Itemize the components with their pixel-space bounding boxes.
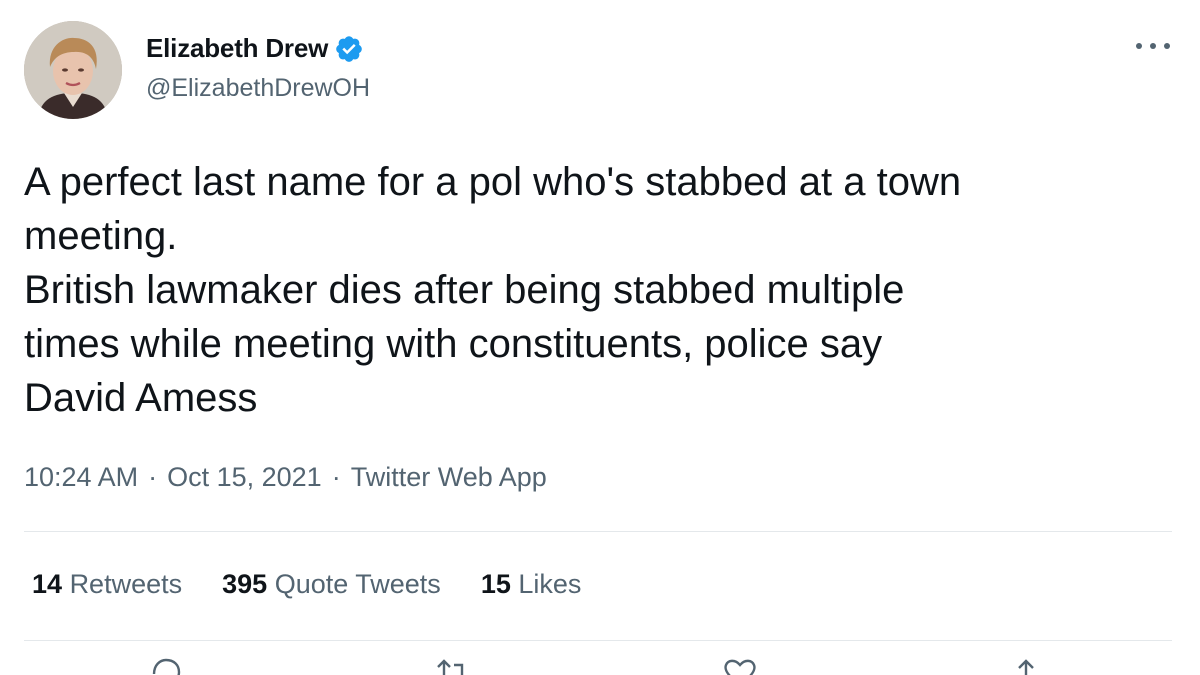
more-options-icon[interactable] [1136, 36, 1170, 56]
tweet-metadata: 10:24 AM · Oct 15, 2021 · Twitter Web Ap… [24, 462, 547, 493]
user-handle[interactable]: @ElizabethDrewOH [146, 74, 370, 103]
quote-tweets-count: 395 [222, 569, 268, 599]
like-button[interactable] [720, 658, 760, 675]
avatar-image [24, 21, 122, 119]
tweet-time[interactable]: 10:24 AM [24, 462, 138, 493]
avatar[interactable] [24, 21, 122, 119]
verified-badge-icon [336, 35, 362, 62]
share-button[interactable] [1006, 658, 1046, 675]
tweet-text: A perfect last name for a pol who's stab… [24, 155, 1174, 425]
dot-icon [1150, 43, 1156, 49]
retweets-count: 14 [32, 569, 63, 599]
tweet-text-line: times while meeting with constituents, p… [24, 322, 883, 366]
tweet-card: Elizabeth Drew @ElizabethDrewOH A perfec… [0, 0, 1200, 675]
quote-tweets-label: Quote Tweets [274, 569, 441, 599]
retweet-button[interactable] [432, 658, 472, 675]
meta-separator: · [331, 462, 341, 492]
engagement-stats: 14 Retweets 395 Quote Tweets 15 Likes [32, 569, 581, 600]
meta-separator: · [148, 462, 158, 492]
quote-tweets-stat[interactable]: 395 Quote Tweets [222, 569, 441, 600]
reply-button[interactable] [146, 658, 186, 675]
dot-icon [1136, 43, 1142, 49]
tweet-text-line: British lawmaker dies after being stabbe… [24, 268, 905, 312]
likes-count: 15 [480, 569, 511, 599]
likes-label: Likes [518, 569, 582, 599]
tweet-text-line: meeting. [24, 214, 178, 258]
tweet-source[interactable]: Twitter Web App [351, 462, 547, 493]
display-name[interactable]: Elizabeth Drew [146, 33, 328, 64]
divider [24, 640, 1172, 641]
retweet-icon [437, 659, 464, 675]
dot-icon [1164, 43, 1170, 49]
author-name-row[interactable]: Elizabeth Drew [146, 33, 364, 64]
share-icon [1018, 659, 1034, 675]
divider [24, 531, 1172, 532]
tweet-text-line: A perfect last name for a pol who's stab… [24, 160, 962, 204]
likes-stat[interactable]: 15 Likes [481, 569, 582, 600]
heart-icon [724, 659, 756, 675]
tweet-date[interactable]: Oct 15, 2021 [167, 462, 322, 493]
retweets-stat[interactable]: 14 Retweets [32, 569, 182, 600]
tweet-text-line: David Amess [24, 376, 258, 420]
retweets-label: Retweets [69, 569, 183, 599]
reply-icon [152, 658, 181, 675]
action-bar [0, 658, 1200, 675]
